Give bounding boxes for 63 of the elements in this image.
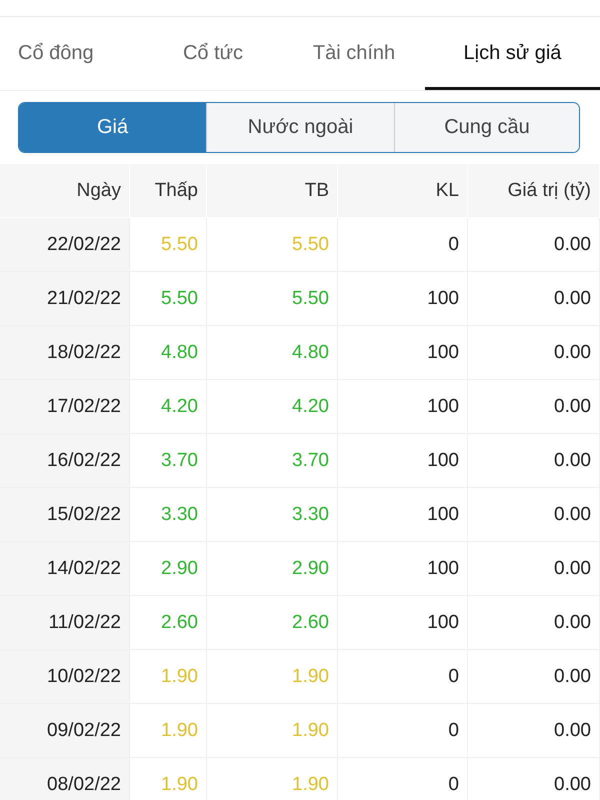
date-cell: 10/02/22 xyxy=(0,650,130,704)
value-cell: 0.00 xyxy=(468,326,600,380)
price-cell: 4.20 xyxy=(130,380,207,434)
date-cell: 15/02/22 xyxy=(0,488,130,542)
volume-cell: 100 xyxy=(338,272,468,326)
price-cell: 1.90 xyxy=(207,650,338,704)
date-cell: 16/02/22 xyxy=(0,434,130,488)
price-cell: 1.90 xyxy=(207,704,338,758)
price-cell: 1.90 xyxy=(130,704,207,758)
value-cell: 0.00 xyxy=(468,542,600,596)
segment-button[interactable]: Cung cầu xyxy=(394,103,579,152)
date-cell: 17/02/22 xyxy=(0,380,130,434)
column-header: TB xyxy=(207,164,338,218)
price-cell: 2.90 xyxy=(130,542,207,596)
tab[interactable]: Lịch sử giá xyxy=(425,17,600,90)
price-cell: 2.60 xyxy=(207,596,338,650)
value-cell: 0.00 xyxy=(468,434,600,488)
value-cell: 0.00 xyxy=(468,272,600,326)
value-cell: 0.00 xyxy=(468,380,600,434)
volume-cell: 100 xyxy=(338,488,468,542)
price-cell: 4.80 xyxy=(207,326,338,380)
price-cell: 4.20 xyxy=(207,380,338,434)
date-cell: 21/02/22 xyxy=(0,272,130,326)
value-cell: 0.00 xyxy=(468,596,600,650)
volume-cell: 100 xyxy=(338,542,468,596)
value-cell: 0.00 xyxy=(468,650,600,704)
price-cell: 5.50 xyxy=(130,218,207,272)
price-cell: 5.50 xyxy=(130,272,207,326)
price-cell: 3.30 xyxy=(207,488,338,542)
volume-cell: 0 xyxy=(338,650,468,704)
price-cell: 3.70 xyxy=(207,434,338,488)
price-cell: 5.50 xyxy=(207,272,338,326)
value-cell: 0.00 xyxy=(468,704,600,758)
date-cell: 18/02/22 xyxy=(0,326,130,380)
segment-button[interactable]: Nước ngoài xyxy=(206,103,394,152)
price-cell: 4.80 xyxy=(130,326,207,380)
date-cell: 08/02/22 xyxy=(0,758,130,800)
segment-button[interactable]: Giá xyxy=(19,103,206,152)
volume-cell: 100 xyxy=(338,596,468,650)
date-cell: 22/02/22 xyxy=(0,218,130,272)
price-cell: 5.50 xyxy=(207,218,338,272)
column-header: KL xyxy=(338,164,468,218)
volume-cell: 0 xyxy=(338,218,468,272)
column-header: Thấp xyxy=(130,164,207,218)
value-cell: 0.00 xyxy=(468,218,600,272)
column-header: Giá trị (tỷ) xyxy=(468,164,600,218)
date-cell: 14/02/22 xyxy=(0,542,130,596)
price-cell: 3.30 xyxy=(130,488,207,542)
volume-cell: 0 xyxy=(338,704,468,758)
date-cell: 09/02/22 xyxy=(0,704,130,758)
price-cell: 1.90 xyxy=(130,650,207,704)
column-header: Ngày xyxy=(0,164,130,218)
price-cell: 3.70 xyxy=(130,434,207,488)
volume-cell: 100 xyxy=(338,326,468,380)
tab[interactable]: Tài chính xyxy=(283,17,425,90)
price-cell: 2.60 xyxy=(130,596,207,650)
date-cell: 11/02/22 xyxy=(0,596,130,650)
tab[interactable]: Cổ đông xyxy=(0,17,143,90)
value-cell: 0.00 xyxy=(468,488,600,542)
volume-cell: 100 xyxy=(338,434,468,488)
price-cell: 2.90 xyxy=(207,542,338,596)
volume-cell: 100 xyxy=(338,380,468,434)
tab[interactable]: Cổ tức xyxy=(143,17,283,90)
